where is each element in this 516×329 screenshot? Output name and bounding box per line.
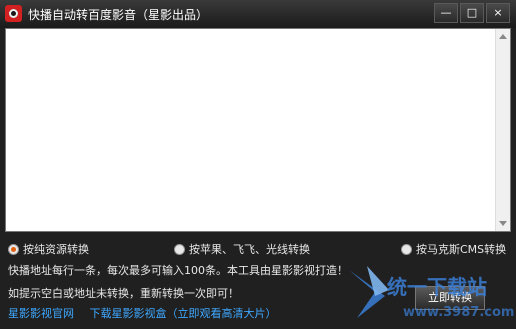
conversion-mode-options: 按纯资源转换 按苹果、飞飞、光线转换 按马克斯CMS转换: [0, 239, 516, 257]
option-label: 按苹果、飞飞、光线转换: [189, 243, 310, 256]
option-maxcms[interactable]: 按马克斯CMS转换: [401, 241, 506, 257]
option-pure-resource[interactable]: 按纯资源转换: [8, 241, 89, 257]
scroll-down-arrow-icon[interactable]: [499, 221, 507, 226]
title-bar: 快播自动转百度影音（星影出品） — □ ×: [0, 0, 516, 28]
site-link[interactable]: 星影影视官网: [8, 307, 74, 320]
minimize-button[interactable]: —: [434, 3, 458, 23]
scroll-up-arrow-icon[interactable]: [499, 34, 507, 39]
info-line-2: 如提示空白或地址未转换，重新转换一次即可！: [8, 287, 239, 300]
radio-checked-icon[interactable]: [8, 243, 19, 255]
footer-links: 星影影视官网 下载星影影视盒（立即观看高清大片）: [8, 305, 289, 321]
convert-button[interactable]: 立即转换: [415, 286, 485, 310]
app-icon: [5, 5, 22, 22]
vertical-scrollbar[interactable]: [495, 29, 510, 231]
option-apple-feifei-guangxian[interactable]: 按苹果、飞飞、光线转换: [174, 241, 310, 257]
info-line-1: 快播地址每行一条，每次最多可输入100条。本工具由星影影视打造！: [8, 264, 348, 277]
close-button[interactable]: ×: [486, 3, 510, 23]
maximize-button[interactable]: □: [460, 3, 484, 23]
option-label: 按马克斯CMS转换: [416, 243, 507, 256]
window-controls: — □ ×: [434, 3, 510, 23]
window-title: 快播自动转百度影音（星影出品）: [28, 8, 209, 22]
url-input-area[interactable]: [5, 28, 511, 232]
option-label: 按纯资源转换: [23, 243, 89, 256]
radio-unchecked-icon[interactable]: [174, 243, 185, 255]
radio-unchecked-icon[interactable]: [401, 243, 412, 255]
download-link[interactable]: 下载星影影视盒（立即观看高清大片）: [90, 307, 277, 320]
